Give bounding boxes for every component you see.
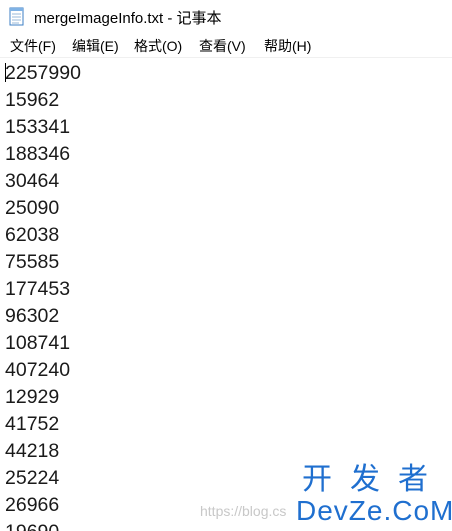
text-line: 96302	[5, 305, 60, 327]
text-line: 44218	[5, 440, 60, 462]
text-line: 25090	[5, 197, 60, 219]
watermark-logo: 开发者 DevZe.CoM	[296, 463, 452, 526]
text-line: 75585	[5, 251, 60, 273]
title-bar[interactable]: mergeImageInfo.txt - 记事本	[0, 0, 452, 32]
text-line: 407240	[5, 359, 71, 381]
watermark-logo-en: DevZe.CoM	[296, 495, 452, 526]
text-lines: 2257990 15962 153341 188346 30464 25090 62038 7…	[5, 60, 81, 531]
notepad-window: mergeImageInfo.txt - 记事本 文件(F) 编辑(E) 格式(…	[0, 0, 452, 531]
text-line: 30464	[5, 170, 60, 192]
menu-edit[interactable]: 编辑(E)	[70, 36, 121, 56]
menu-bar: 文件(F) 编辑(E) 格式(O) 查看(V) 帮助(H)	[0, 33, 452, 58]
watermark-logo-cn: 开发者	[302, 463, 446, 496]
text-line: 177453	[5, 278, 71, 300]
menu-format[interactable]: 格式(O)	[132, 36, 184, 56]
text-line: 19690	[5, 519, 81, 531]
text-line: 108741	[5, 332, 71, 354]
text-line: 2257990	[5, 62, 81, 84]
text-editor-area[interactable]: 2257990 15962 153341 188346 30464 25090 62038 7…	[0, 58, 452, 531]
text-line: 25224	[5, 467, 60, 489]
notepad-file-icon	[8, 6, 26, 26]
menu-file[interactable]: 文件(F)	[8, 36, 58, 56]
text-line: 62038	[5, 224, 60, 246]
text-caret	[5, 63, 6, 82]
watermark-url: https://blog.cs	[200, 503, 287, 519]
text-line: 26966	[5, 494, 60, 516]
text-line: 12929	[5, 386, 60, 408]
menu-help[interactable]: 帮助(H)	[262, 36, 313, 56]
text-line: 41752	[5, 413, 60, 435]
text-line: 15962	[5, 89, 60, 111]
menu-view[interactable]: 查看(V)	[197, 36, 248, 56]
window-title: mergeImageInfo.txt - 记事本	[34, 10, 222, 27]
text-line: 153341	[5, 116, 71, 138]
text-line: 188346	[5, 143, 71, 165]
